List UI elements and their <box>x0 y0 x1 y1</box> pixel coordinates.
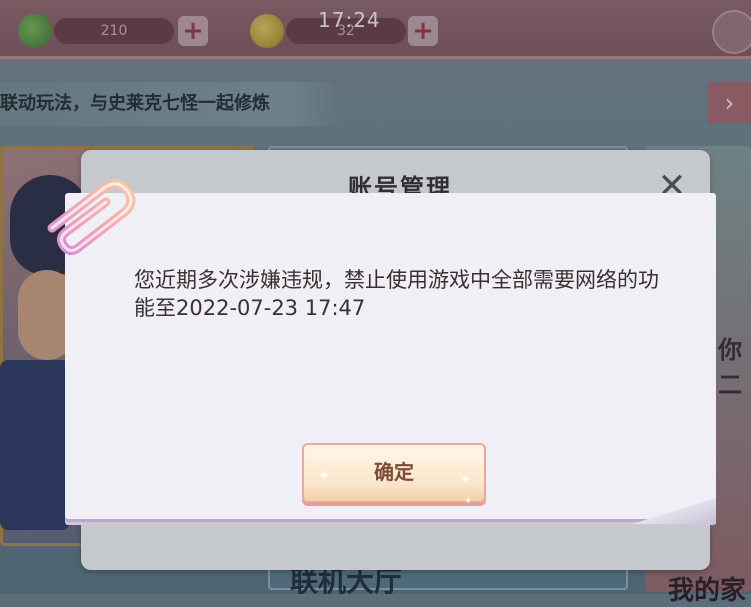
paperclip-icon <box>47 179 136 256</box>
dialog-message: 您近期多次涉嫌违规，禁止使用游戏中全部需要网络的功能至2022-07-23 17… <box>134 268 659 320</box>
sparkle-icon: ✦ <box>318 468 330 484</box>
sparkle-icon: ✦ <box>464 496 473 507</box>
confirm-button-label: 确定 <box>374 460 414 484</box>
confirm-button[interactable]: ✦ ✦ ✦ 确定 <box>302 443 486 507</box>
